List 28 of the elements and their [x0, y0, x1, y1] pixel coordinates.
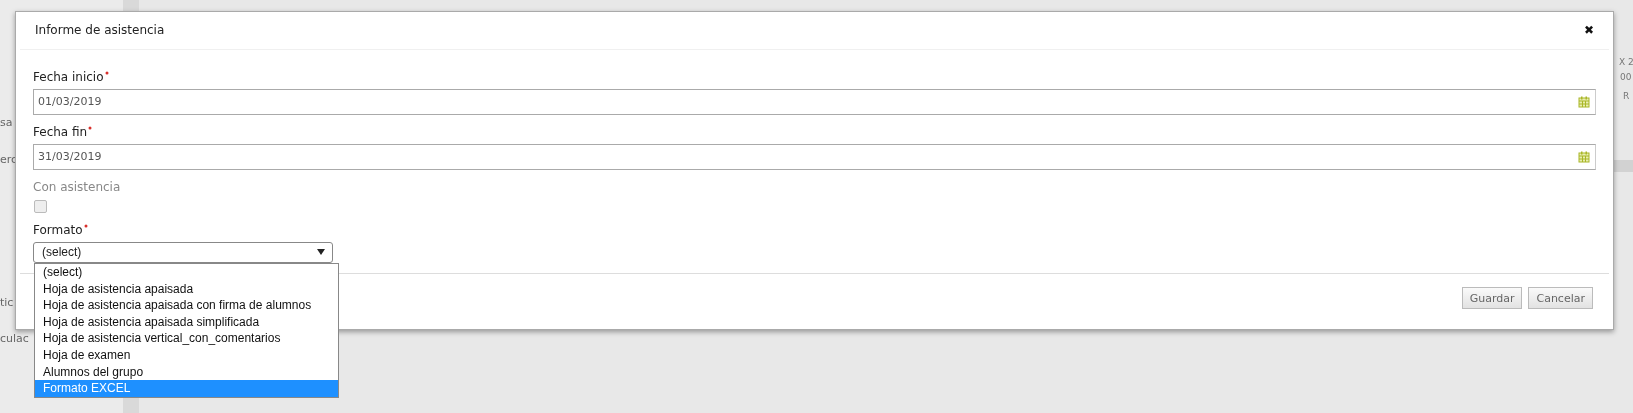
background-text: tic [0, 296, 14, 309]
background-text: X 2 [1619, 57, 1633, 67]
caret-icon [317, 249, 325, 256]
dropdown-option[interactable]: (select) [35, 264, 338, 281]
calendar-icon[interactable] [1578, 95, 1590, 108]
field-label: Formato [33, 222, 1596, 238]
checkbox[interactable] [34, 199, 47, 213]
dialog-button[interactable]: Guardar [1461, 287, 1523, 310]
dialog-title: Informe de asistencia [35, 23, 165, 38]
background-text: 00 [1620, 72, 1632, 82]
field-label: Fecha inicio [33, 69, 1596, 85]
dropdown-option[interactable]: Hoja de asistencia apaisada simplificada [35, 313, 338, 331]
dialog-button[interactable]: Cancelar [1528, 287, 1593, 310]
background-text: culac [0, 332, 29, 345]
dropdown-option[interactable]: Alumnos del grupo [35, 363, 338, 381]
date-field[interactable]: 31/03/2019 [33, 143, 1596, 170]
dropdown-option[interactable]: Hoja de asistencia apaisada con firma de alumnos [35, 297, 338, 314]
background-text: sa [0, 116, 13, 129]
field-label: Con asistencia [33, 179, 122, 195]
select-field[interactable]: (select) [33, 241, 333, 263]
calendar-icon[interactable] [1578, 150, 1590, 163]
dropdown-option[interactable]: Hoja de asistencia vertical_con_comentarios [35, 330, 338, 347]
dropdown-option[interactable]: Hoja de examen [35, 346, 338, 364]
background-text: R [1623, 91, 1630, 101]
close-button[interactable]: ✖ [1583, 23, 1594, 38]
date-field[interactable]: 01/03/2019 [33, 88, 1596, 115]
field-label: Fecha fin [33, 124, 1596, 140]
dropdown-option[interactable]: Hoja de asistencia apaisada [35, 280, 338, 298]
